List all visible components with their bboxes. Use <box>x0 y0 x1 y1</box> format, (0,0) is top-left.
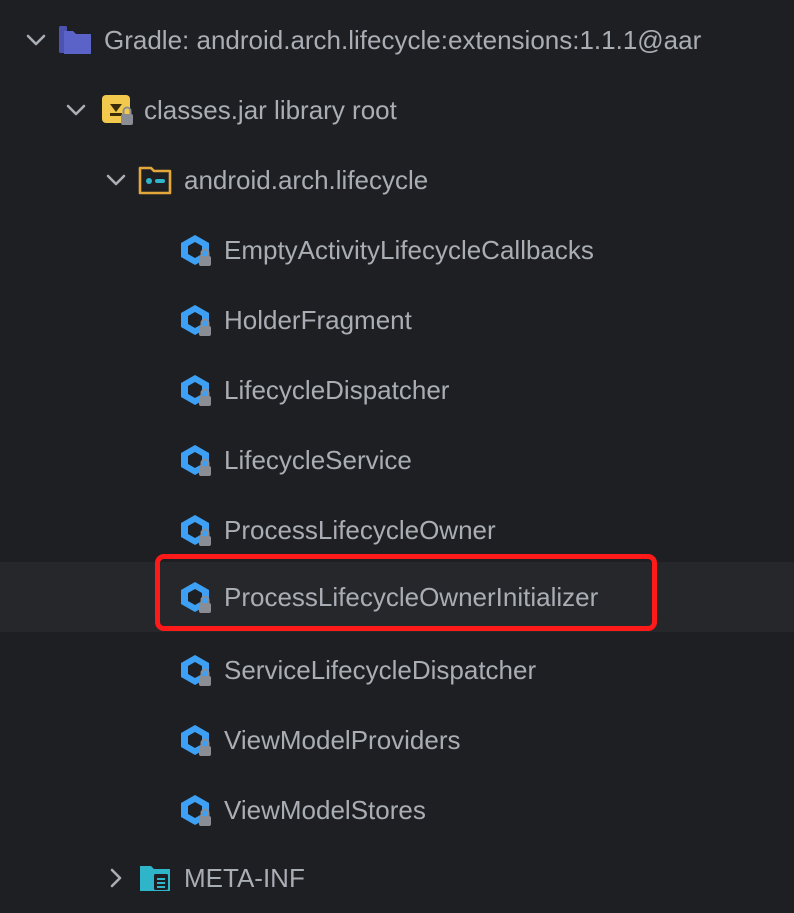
tree-node-class[interactable]: ViewModelProviders <box>0 705 794 775</box>
library-folder-icon <box>59 26 91 54</box>
jar-archive-icon <box>102 95 133 125</box>
class-icon <box>181 235 211 266</box>
tree-node-class[interactable]: HolderFragment <box>0 285 794 355</box>
tree-node-label: EmptyActivityLifecycleCallbacks <box>224 235 594 265</box>
selection-highlight-box <box>155 554 657 631</box>
tree-node-class[interactable]: ServiceLifecycleDispatcher <box>0 635 794 705</box>
tree-node-label: ViewModelStores <box>224 795 426 825</box>
chevron-right-icon[interactable] <box>104 866 128 890</box>
class-icon <box>181 725 211 756</box>
chevron-down-icon[interactable] <box>24 28 48 52</box>
tree-node-meta-inf[interactable]: META-INF <box>0 843 794 913</box>
tree-node-class[interactable]: ViewModelStores <box>0 775 794 845</box>
package-folder-icon <box>138 166 172 195</box>
class-icon <box>181 655 211 686</box>
tree-node-label: META-INF <box>184 863 305 893</box>
project-tree: Gradle: android.arch.lifecycle:extension… <box>0 0 794 908</box>
tree-node-class[interactable]: LifecycleService <box>0 425 794 495</box>
tree-node-label: android.arch.lifecycle <box>184 165 429 195</box>
tree-node-label: HolderFragment <box>224 305 412 335</box>
class-icon <box>181 515 211 546</box>
tree-node-gradle-library[interactable]: Gradle: android.arch.lifecycle:extension… <box>0 5 794 75</box>
tree-node-label: ServiceLifecycleDispatcher <box>224 655 537 685</box>
class-icon <box>181 305 211 336</box>
tree-node-label: Gradle: android.arch.lifecycle:extension… <box>104 25 702 55</box>
tree-node-package[interactable]: android.arch.lifecycle <box>0 145 794 215</box>
tree-node-class[interactable]: EmptyActivityLifecycleCallbacks <box>0 215 794 285</box>
class-icon <box>181 795 211 826</box>
tree-node-classes-jar[interactable]: classes.jar library root <box>0 75 794 145</box>
resources-folder-icon <box>140 866 170 891</box>
class-icon <box>181 375 211 406</box>
chevron-down-icon[interactable] <box>64 98 88 122</box>
tree-node-label: ViewModelProviders <box>224 725 461 755</box>
class-icon <box>181 445 211 476</box>
tree-node-label: LifecycleDispatcher <box>224 375 450 405</box>
tree-node-label: classes.jar library root <box>144 95 397 125</box>
chevron-down-icon[interactable] <box>104 168 128 192</box>
tree-node-class[interactable]: LifecycleDispatcher <box>0 355 794 425</box>
tree-node-label: LifecycleService <box>224 445 412 475</box>
